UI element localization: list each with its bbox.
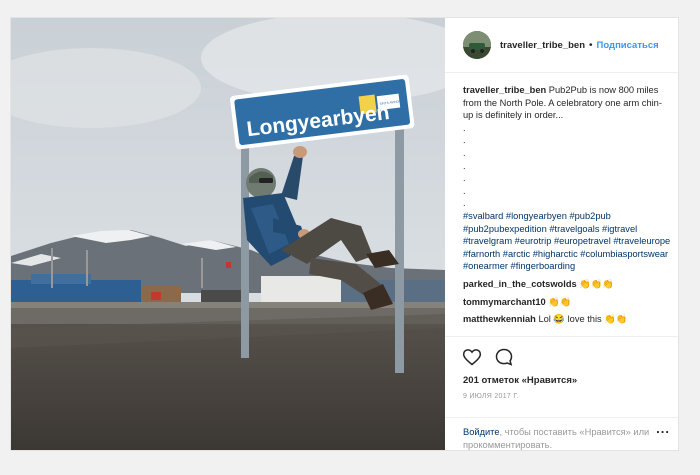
caption-dot: . [463,135,466,146]
comment-text: 👏👏👏 [579,278,614,289]
caption-dot: . [463,185,466,196]
action-icons [462,347,514,367]
post-card: Longyearbyen SPITS AVINOR traveller_trib… [10,17,679,451]
caption-hashtags: #svalbard #longyearbyen #pub2pub #pub2pu… [463,210,672,273]
caption-dot: . [463,147,466,158]
post-photo[interactable]: Longyearbyen SPITS AVINOR [11,18,445,450]
header-separator: • [589,39,593,51]
caption-username[interactable]: traveller_tribe_ben [463,85,546,95]
caption-dot: . [463,122,466,133]
comment-username[interactable]: matthewkenniah [463,314,536,324]
comment-text: 👏👏 [548,296,572,307]
caption-dot: . [463,173,466,184]
post-actions: 201 отметок «Нравится» 9 ИЮЛЯ 2017 Г. Во… [445,336,678,450]
comment-item: tommymarchant10 👏👏 [463,296,672,309]
comment-item: parked_in_the_cotswolds 👏👏👏 [463,278,672,291]
login-link[interactable]: Войдите [463,427,500,437]
caption-dot: . [463,198,466,209]
likes-count[interactable]: 201 отметок «Нравится» [463,375,577,386]
post-side-panel: traveller_tribe_ben • Подписаться travel… [445,18,678,450]
avatar[interactable] [463,31,491,59]
caption: traveller_tribe_ben Pub2Pub is now 800 m… [463,84,672,122]
post-header: traveller_tribe_ben • Подписаться [445,18,678,73]
login-prompt: Войдите, чтобы поставить «Нравится» или … [445,417,678,450]
comment-icon[interactable] [494,347,514,367]
follow-button[interactable]: Подписаться [597,40,659,51]
comments-list[interactable]: traveller_tribe_ben Pub2Pub is now 800 m… [463,84,672,352]
post-date[interactable]: 9 ИЮЛЯ 2017 Г. [463,393,519,400]
caption-dots: . . . . . . . [463,122,672,210]
comment-username[interactable]: parked_in_the_cotswolds [463,279,577,289]
comment-item: matthewkenniah Lol 😂 love this 👏👏 [463,313,672,326]
heart-icon[interactable] [462,347,482,367]
comment-text: Lol 😂 love this 👏👏 [538,314,628,325]
hashtags-link[interactable]: #svalbard #longyearbyen #pub2pub #pub2pu… [463,211,670,271]
comment-username[interactable]: tommymarchant10 [463,297,546,307]
more-options-icon[interactable]: ... [656,421,670,436]
photo-scene: Longyearbyen SPITS AVINOR [11,18,445,450]
header-username[interactable]: traveller_tribe_ben [500,40,585,51]
caption-dot: . [463,160,466,171]
avatar-image [463,31,491,59]
